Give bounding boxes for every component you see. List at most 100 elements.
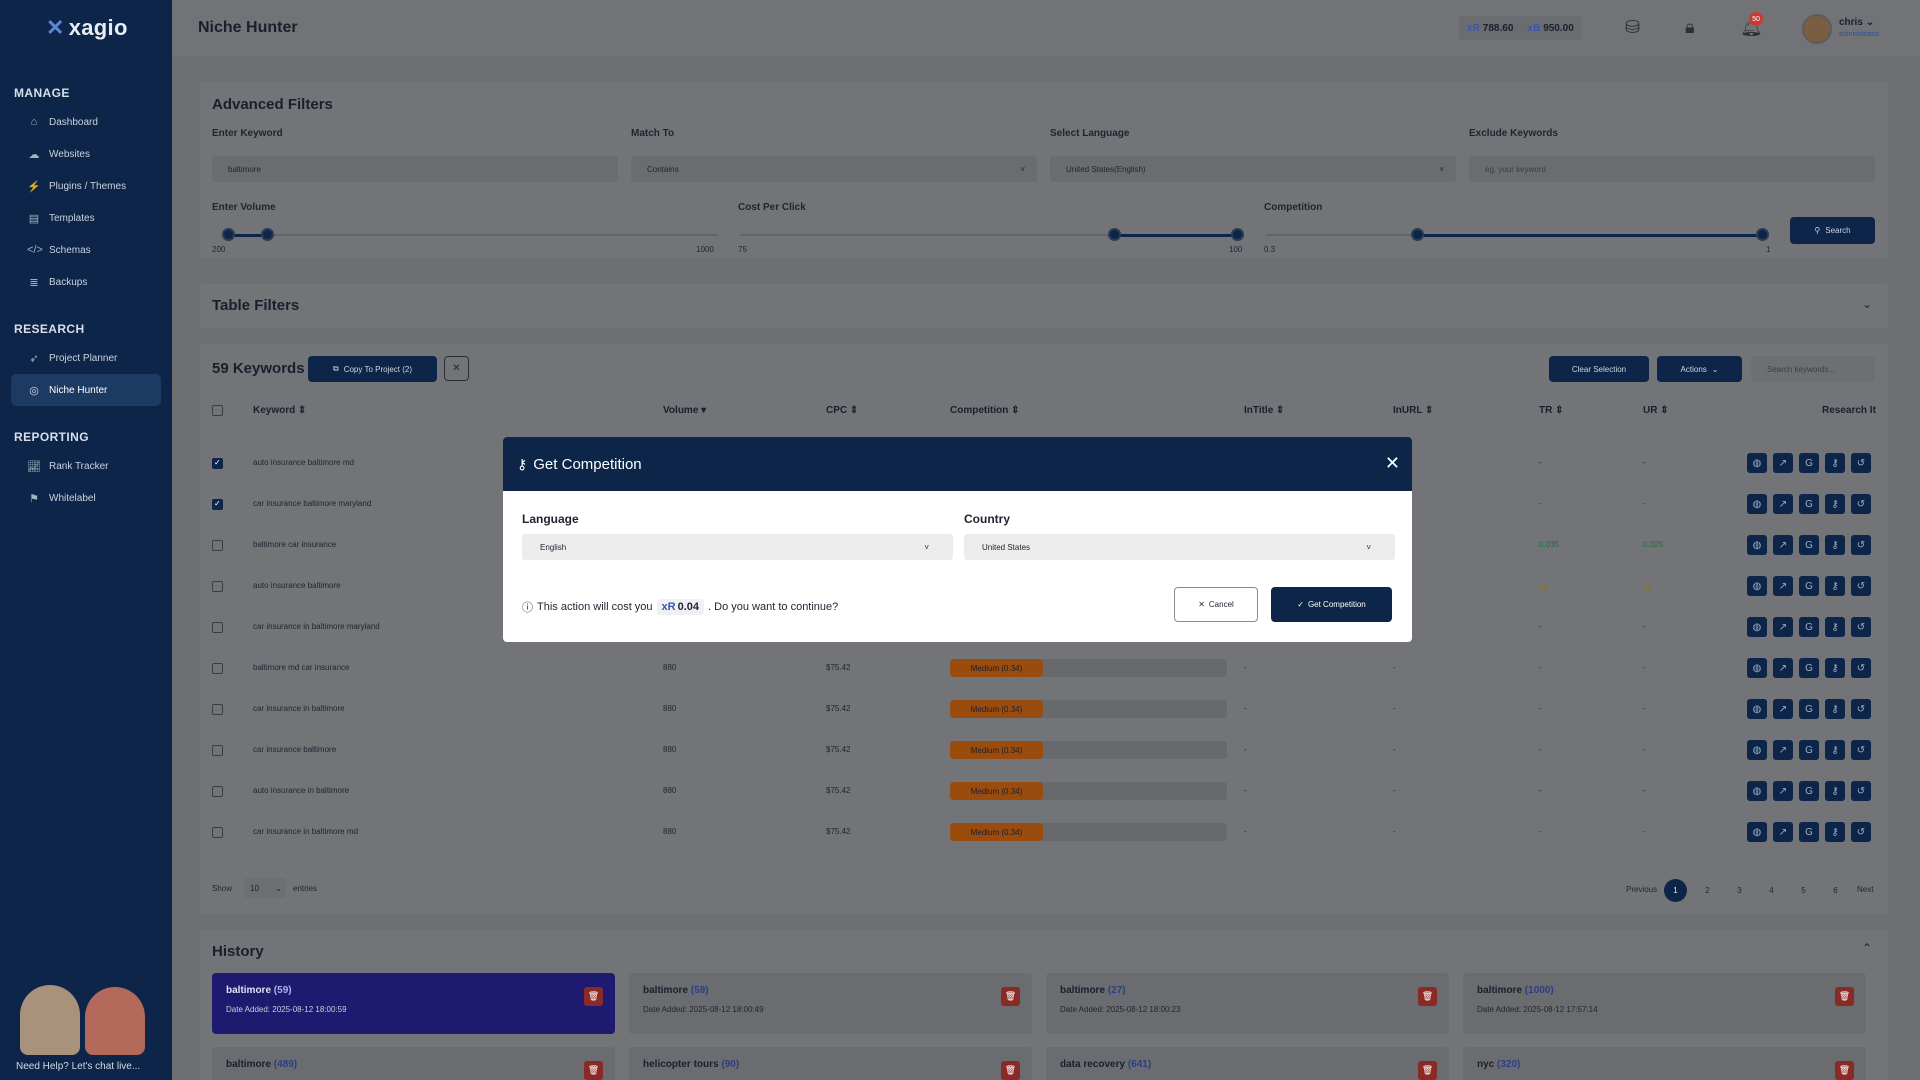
coins-icon[interactable]: ⛀ <box>1643 579 1652 592</box>
history-icon[interactable]: ↺ <box>1851 494 1871 514</box>
history-icon[interactable]: ↺ <box>1851 740 1871 760</box>
column-inurl[interactable]: InURL ⇕ <box>1393 405 1433 416</box>
google-icon[interactable]: G <box>1799 494 1819 514</box>
sidebar-item-websites[interactable]: ☁ Websites <box>11 138 161 170</box>
close-chat-icon[interactable]: ✕ <box>135 971 144 984</box>
chevron-up-icon[interactable]: ⌃ <box>1862 941 1872 955</box>
google-icon[interactable]: G <box>1799 781 1819 801</box>
history-icon[interactable]: ↺ <box>1851 658 1871 678</box>
trend-icon[interactable]: ↗ <box>1773 699 1793 719</box>
history-icon[interactable]: ↺ <box>1851 699 1871 719</box>
globe-icon[interactable]: ◍ <box>1747 494 1767 514</box>
cancel-button[interactable]: ✕ Cancel <box>1174 587 1258 622</box>
row-checkbox[interactable] <box>212 581 223 592</box>
pagination-page[interactable]: 1 <box>1664 879 1687 902</box>
cpc-min-handle[interactable] <box>1108 228 1121 241</box>
globe-icon[interactable]: ◍ <box>1747 576 1767 596</box>
trash-icon[interactable]: 🗑︎ <box>1001 987 1020 1006</box>
history-icon[interactable]: ↺ <box>1851 453 1871 473</box>
globe-icon[interactable]: ◍ <box>1747 535 1767 555</box>
chat-widget[interactable]: ✕ Need Help? Let's chat live... <box>0 972 160 1080</box>
row-checkbox[interactable] <box>212 745 223 756</box>
google-icon[interactable]: G <box>1799 453 1819 473</box>
key-icon[interactable]: ⚷ <box>1825 740 1845 760</box>
page-size-select[interactable]: 10 ⌄ <box>244 878 286 898</box>
google-icon[interactable]: G <box>1799 576 1819 596</box>
column-ur[interactable]: UR ⇕ <box>1643 405 1669 416</box>
avatar[interactable] <box>1802 14 1832 44</box>
pagination-page[interactable]: 5 <box>1792 879 1815 902</box>
sidebar-item-backups[interactable]: ≣ Backups <box>11 266 161 298</box>
modal-country-select[interactable]: United States ˅ <box>964 534 1395 560</box>
trend-icon[interactable]: ↗ <box>1773 576 1793 596</box>
competition-min-handle[interactable] <box>1411 228 1424 241</box>
sidebar-item-dashboard[interactable]: ⌂ Dashboard <box>11 106 161 138</box>
pagination-page[interactable]: 3 <box>1728 879 1751 902</box>
modal-close-icon[interactable]: ✕ <box>1385 453 1400 474</box>
pagination-previous[interactable]: Previous <box>1626 885 1657 894</box>
volume-min-handle[interactable] <box>222 228 235 241</box>
google-icon[interactable]: G <box>1799 535 1819 555</box>
history-icon[interactable]: ↺ <box>1851 617 1871 637</box>
globe-icon[interactable]: ◍ <box>1747 740 1767 760</box>
row-checkbox[interactable] <box>212 704 223 715</box>
trash-icon[interactable]: 🗑︎ <box>584 987 603 1006</box>
copy-to-project-button[interactable]: ⧉ Copy To Project (2) <box>308 356 437 382</box>
trend-icon[interactable]: ↗ <box>1773 781 1793 801</box>
user-name[interactable]: chris ⌄ <box>1839 17 1874 28</box>
select-all-checkbox[interactable] <box>212 405 223 416</box>
globe-icon[interactable]: ◍ <box>1747 699 1767 719</box>
trend-icon[interactable]: ↗ <box>1773 740 1793 760</box>
trend-icon[interactable]: ↗ <box>1773 617 1793 637</box>
pagination-page[interactable]: 2 <box>1696 879 1719 902</box>
competition-max-handle[interactable] <box>1756 228 1769 241</box>
lock-icon[interactable]: 🔒︎ <box>1685 17 1695 38</box>
sidebar-item-niche-hunter[interactable]: ◎ Niche Hunter <box>11 374 161 406</box>
history-item[interactable]: baltimore (1000) Date Added: 2025-08-12 1… <box>1463 973 1866 1034</box>
row-checkbox[interactable] <box>212 827 223 838</box>
trash-icon[interactable]: 🗑︎ <box>1001 1061 1020 1080</box>
keyword-input[interactable]: baltimore <box>212 156 618 182</box>
key-icon[interactable]: ⚷ <box>1825 781 1845 801</box>
history-icon[interactable]: ↺ <box>1851 576 1871 596</box>
column-volume[interactable]: Volume ▾ <box>663 405 706 416</box>
match-select[interactable]: Contains ˅ <box>631 156 1037 182</box>
sidebar-item-whitelabel[interactable]: ⚑ Whitelabel <box>11 482 161 514</box>
coins-icon[interactable]: ⛁ <box>1625 17 1640 38</box>
history-icon[interactable]: ↺ <box>1851 822 1871 842</box>
pagination-page[interactable]: 6 <box>1824 879 1847 902</box>
key-icon[interactable]: ⚷ <box>1825 822 1845 842</box>
history-icon[interactable]: ↺ <box>1851 535 1871 555</box>
pagination-next[interactable]: Next <box>1857 885 1873 894</box>
trash-icon[interactable]: 🗑︎ <box>1835 987 1854 1006</box>
credits-display[interactable]: xR 788.60 xB 950.00 <box>1459 16 1582 40</box>
trend-icon[interactable]: ↗ <box>1773 535 1793 555</box>
sidebar-item-schemas[interactable]: </> Schemas <box>11 234 161 266</box>
column-cpc[interactable]: CPC ⇕ <box>826 405 858 416</box>
key-icon[interactable]: ⚷ <box>1825 494 1845 514</box>
volume-slider-track[interactable] <box>228 234 718 236</box>
cpc-max-handle[interactable] <box>1231 228 1244 241</box>
history-icon[interactable]: ↺ <box>1851 781 1871 801</box>
chat-label[interactable]: Need Help? Let's chat live... <box>8 1055 158 1077</box>
globe-icon[interactable]: ◍ <box>1747 781 1767 801</box>
trend-icon[interactable]: ↗ <box>1773 822 1793 842</box>
history-item[interactable]: baltimore (489) 🗑︎ <box>212 1047 615 1080</box>
google-icon[interactable]: G <box>1799 617 1819 637</box>
volume-max-handle[interactable] <box>261 228 274 241</box>
row-checkbox[interactable] <box>212 499 223 510</box>
chevron-down-icon[interactable]: ⌄ <box>1862 297 1872 311</box>
column-intitle[interactable]: InTitle ⇕ <box>1244 405 1284 416</box>
exclude-input[interactable]: eg. your keyword <box>1469 156 1875 182</box>
trend-icon[interactable]: ↗ <box>1773 658 1793 678</box>
trash-icon[interactable]: 🗑︎ <box>1835 1061 1854 1080</box>
google-icon[interactable]: G <box>1799 740 1819 760</box>
history-item[interactable]: data recovery (641) 🗑︎ <box>1046 1047 1449 1080</box>
key-icon[interactable]: ⚷ <box>1825 535 1845 555</box>
modal-language-select[interactable]: English ˅ <box>522 534 953 560</box>
trash-icon[interactable]: 🗑︎ <box>1418 987 1437 1006</box>
trend-icon[interactable]: ↗ <box>1773 494 1793 514</box>
pagination-page[interactable]: 4 <box>1760 879 1783 902</box>
row-checkbox[interactable] <box>212 458 223 469</box>
history-item[interactable]: baltimore (59) Date Added: 2025-08-12 18:… <box>212 973 615 1034</box>
